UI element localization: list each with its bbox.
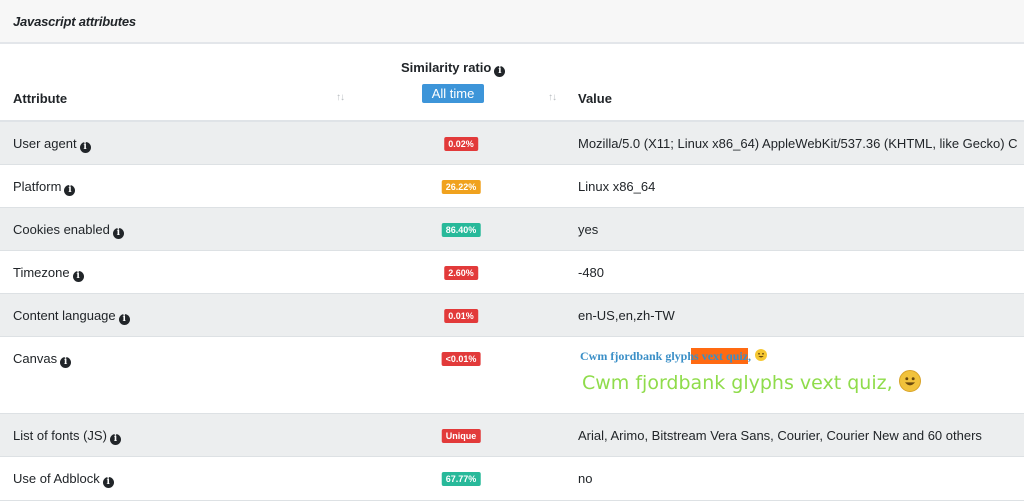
column-header-similarity[interactable]: Similarity ratio i bbox=[401, 60, 506, 77]
table-row: List of fonts (JS) i Unique Arial, Arimo,… bbox=[0, 414, 1024, 457]
value-cell: en-US,en,zh-TW bbox=[578, 308, 675, 323]
panel-title: Javascript attributes bbox=[13, 14, 136, 29]
canvas-text-large: Cwm fjordbank glyphs vext quiz, bbox=[582, 370, 921, 394]
attribute-label: Canvas bbox=[13, 351, 58, 366]
similarity-badge: 86.40% bbox=[441, 223, 481, 237]
canvas-pangram: Cwm fjordbank glyphs vext quiz, bbox=[580, 349, 752, 363]
similarity-badge: 0.01% bbox=[444, 309, 478, 323]
table-row: Use of Adblock i 67.77% no bbox=[0, 457, 1024, 501]
info-icon[interactable]: i bbox=[72, 271, 84, 282]
attribute-cell: Platform i bbox=[13, 179, 76, 196]
similarity-badge: 0.02% bbox=[444, 137, 478, 151]
smiley-emoji-icon bbox=[755, 349, 768, 361]
attribute-label: List of fonts (JS) bbox=[13, 428, 107, 443]
value-cell: -480 bbox=[578, 265, 605, 280]
table-row: Content language i 0.01% en-US,en,zh-TW bbox=[0, 294, 1024, 337]
table-row: Platform i 26.22% Linux x86_64 bbox=[0, 165, 1024, 208]
info-icon[interactable]: i bbox=[118, 314, 130, 325]
attribute-cell: Use of Adblock i bbox=[13, 471, 114, 488]
similarity-badge: 2.60% bbox=[444, 266, 478, 280]
table-row: User agent i 0.02% Mozilla/5.0 (X11; Linu… bbox=[0, 122, 1024, 165]
attribute-cell: Cookies enabled i bbox=[13, 222, 124, 239]
table-header: Attribute ↑↓ Similarity ratio i All time … bbox=[0, 44, 1024, 122]
info-icon[interactable]: i bbox=[109, 434, 121, 445]
attribute-label: Content language bbox=[13, 308, 116, 323]
value-cell: Linux x86_64 bbox=[578, 179, 656, 194]
attribute-cell: User agent i bbox=[13, 136, 91, 153]
column-header-value: Value bbox=[578, 91, 612, 106]
info-icon[interactable]: i bbox=[112, 228, 124, 239]
attribute-cell: Timezone i bbox=[13, 265, 84, 282]
info-icon[interactable]: i bbox=[102, 477, 114, 488]
attribute-cell: List of fonts (JS) i bbox=[13, 428, 121, 445]
attribute-cell: Content language i bbox=[13, 308, 130, 325]
attribute-label: Timezone bbox=[13, 265, 70, 280]
similarity-label: Similarity ratio bbox=[401, 60, 492, 75]
attribute-label: Platform bbox=[13, 179, 62, 194]
info-icon[interactable]: i bbox=[64, 185, 76, 196]
similarity-badge: 26.22% bbox=[441, 180, 481, 194]
attribute-label: User agent bbox=[13, 136, 77, 151]
panel-header: Javascript attributes bbox=[0, 0, 1024, 44]
attribute-cell: Canvas i bbox=[13, 351, 72, 368]
value-cell: Arial, Arimo, Bitstream Vera Sans, Couri… bbox=[578, 428, 982, 443]
table-row: Timezone i 2.60% -480 bbox=[0, 251, 1024, 294]
info-icon[interactable]: i bbox=[494, 66, 506, 77]
smiley-emoji-icon bbox=[898, 370, 921, 392]
attribute-label: Cookies enabled bbox=[13, 222, 110, 237]
similarity-badge: 67.77% bbox=[441, 472, 481, 486]
table-row: Canvas i <0.01% Cwm fjordbank glyphs vext… bbox=[0, 337, 1024, 414]
column-header-attribute[interactable]: Attribute bbox=[13, 91, 67, 106]
info-icon[interactable]: i bbox=[79, 142, 91, 153]
info-icon[interactable]: i bbox=[60, 357, 72, 368]
all-time-filter-button[interactable]: All time bbox=[422, 84, 484, 103]
similarity-badge: <0.01% bbox=[441, 352, 481, 366]
value-cell: Mozilla/5.0 (X11; Linux x86_64) AppleWeb… bbox=[578, 136, 1018, 151]
canvas-text-small: Cwm fjordbank glyphs vext quiz, bbox=[580, 349, 768, 364]
table-row: Cookies enabled i 86.40% yes bbox=[0, 208, 1024, 251]
attribute-label: Use of Adblock bbox=[13, 471, 100, 486]
sort-arrows-icon[interactable]: ↑↓ bbox=[548, 92, 557, 103]
value-cell: yes bbox=[578, 222, 599, 237]
value-cell: no bbox=[578, 471, 593, 486]
canvas-pangram: Cwm fjordbank glyphs vext quiz, bbox=[582, 372, 893, 394]
sort-arrows-icon[interactable]: ↑↓ bbox=[336, 92, 345, 103]
similarity-badge: Unique bbox=[441, 429, 481, 443]
